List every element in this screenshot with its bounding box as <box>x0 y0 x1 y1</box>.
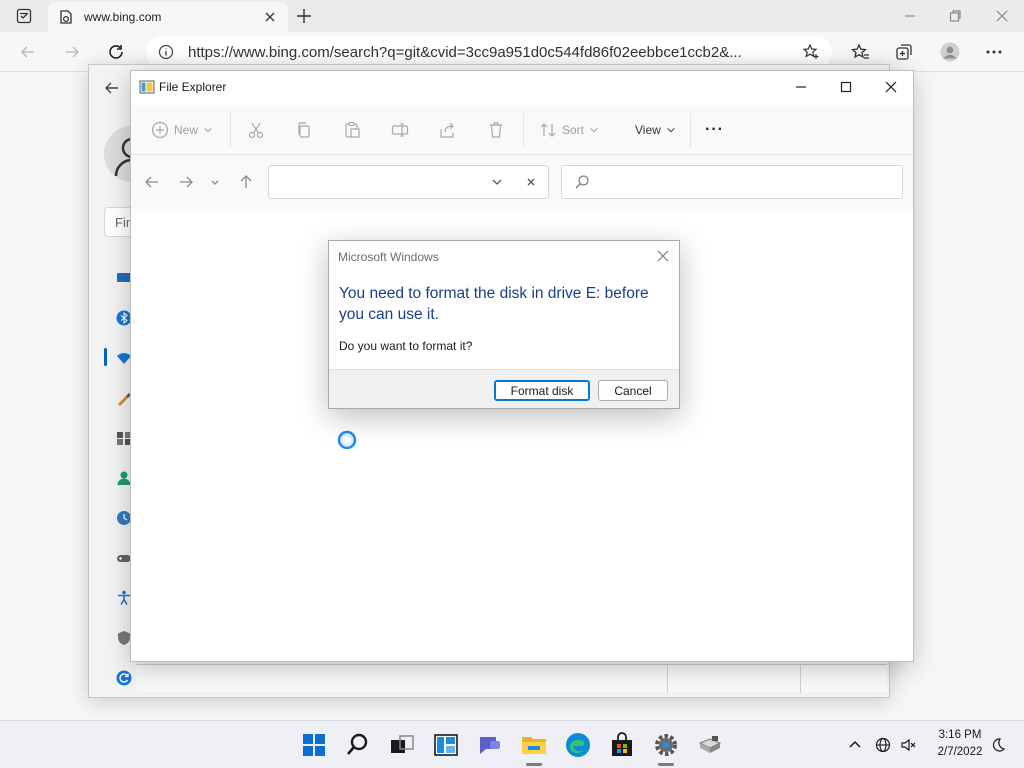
file-explorer-icon[interactable] <box>520 731 548 759</box>
sort-button[interactable]: Sort <box>539 120 599 140</box>
focus-assist-moon-icon[interactable] <box>990 737 1006 753</box>
store-icon[interactable] <box>608 731 636 759</box>
clock-date[interactable]: 2/7/2022 <box>932 746 988 758</box>
close-icon[interactable] <box>881 77 901 97</box>
dialog-title: Microsoft Windows <box>338 250 439 264</box>
dialog-heading: You need to format the disk in drive E: … <box>339 285 649 323</box>
new-plus-icon <box>151 121 169 139</box>
chevron-down-icon <box>590 127 598 133</box>
add-favorite-icon[interactable] <box>802 43 820 61</box>
file-explorer-title: File Explorer <box>159 80 227 94</box>
chevron-down-icon <box>204 127 212 133</box>
favorites-icon[interactable] <box>850 42 870 62</box>
clear-address-icon[interactable] <box>523 174 539 190</box>
settings-bottom-panel <box>136 664 887 693</box>
format-disk-dialog: Microsoft Windows You need to format the… <box>328 240 680 409</box>
dialog-footer: Format disk Cancel <box>329 369 679 408</box>
file-explorer-title-bar[interactable]: File Explorer <box>131 71 913 103</box>
browser-minimize-icon[interactable] <box>900 6 920 26</box>
forward-icon[interactable] <box>177 173 195 191</box>
site-info-icon[interactable] <box>158 44 174 60</box>
browser-menu-icon[interactable] <box>984 42 1004 62</box>
cut-icon[interactable] <box>247 120 265 140</box>
usb-drive-icon[interactable] <box>696 731 724 759</box>
tab-actions-icon[interactable] <box>16 8 32 24</box>
clock-time[interactable]: 3:16 PM <box>932 729 988 741</box>
delete-icon[interactable] <box>487 120 505 140</box>
back-icon[interactable] <box>143 173 161 191</box>
file-explorer-address-field[interactable] <box>268 165 549 199</box>
search-icon <box>575 175 589 189</box>
refresh-icon[interactable] <box>106 42 126 62</box>
copy-icon[interactable] <box>295 120 313 140</box>
browser-tab-bing[interactable]: www.bing.com <box>48 2 288 32</box>
address-dropdown-icon[interactable] <box>489 174 505 190</box>
settings-nav-selection-indicator <box>104 348 107 366</box>
paste-icon[interactable] <box>343 120 361 140</box>
chevron-down-icon <box>667 127 675 133</box>
loading-spinner-icon <box>337 430 357 450</box>
file-explorer-app-icon <box>139 80 155 94</box>
browser-tab-bar: www.bing.com <box>0 0 1024 32</box>
recent-locations-chevron-icon[interactable] <box>209 173 221 191</box>
volume-muted-icon[interactable] <box>900 737 916 753</box>
new-button[interactable]: New <box>151 120 213 140</box>
page-favicon-icon <box>60 10 72 24</box>
dialog-body-text: Do you want to format it? <box>339 339 473 353</box>
tab-close-icon[interactable] <box>262 9 278 25</box>
file-explorer-search-input[interactable] <box>561 165 903 199</box>
back-arrow-icon[interactable] <box>18 42 38 62</box>
settings-back-arrow-icon[interactable] <box>104 80 120 96</box>
cancel-button[interactable]: Cancel <box>598 380 668 401</box>
settings-icon[interactable] <box>652 731 680 759</box>
taskbar: 3:16 PM 2/7/2022 <box>0 720 1024 768</box>
maximize-icon[interactable] <box>836 77 856 97</box>
windows-update-icon[interactable] <box>116 670 132 686</box>
edge-icon[interactable] <box>564 731 592 759</box>
view-button[interactable]: View <box>635 120 676 140</box>
task-view-icon[interactable] <box>388 731 416 759</box>
profile-avatar-icon[interactable] <box>940 42 960 62</box>
tab-title: www.bing.com <box>84 10 162 24</box>
start-icon[interactable] <box>300 731 328 759</box>
file-explorer-navigation-bar <box>131 155 913 209</box>
format-disk-button[interactable]: Format disk <box>494 380 590 401</box>
show-hidden-icons-chevron-icon[interactable] <box>847 737 863 753</box>
file-explorer-command-bar: New Sort View ··· <box>131 105 913 155</box>
forward-arrow-icon[interactable] <box>62 42 82 62</box>
file-explorer-active-indicator <box>526 763 542 766</box>
widgets-icon[interactable] <box>432 731 460 759</box>
settings-active-indicator <box>658 763 674 766</box>
browser-restore-icon[interactable] <box>945 6 965 26</box>
dialog-close-icon[interactable] <box>655 248 671 264</box>
sort-icon <box>540 123 556 137</box>
network-globe-icon[interactable] <box>875 737 891 753</box>
chat-icon[interactable] <box>476 731 504 759</box>
up-arrow-icon[interactable] <box>237 173 255 191</box>
see-more-button[interactable]: ··· <box>705 120 724 140</box>
rename-icon[interactable] <box>391 120 409 140</box>
browser-close-icon[interactable] <box>992 6 1012 26</box>
url-text[interactable]: https://www.bing.com/search?q=git&cvid=3… <box>188 44 788 61</box>
share-icon[interactable] <box>439 120 457 140</box>
minimize-icon[interactable] <box>791 77 811 97</box>
search-icon[interactable] <box>344 731 372 759</box>
collections-icon[interactable] <box>894 42 914 62</box>
new-tab-icon[interactable] <box>296 8 312 24</box>
